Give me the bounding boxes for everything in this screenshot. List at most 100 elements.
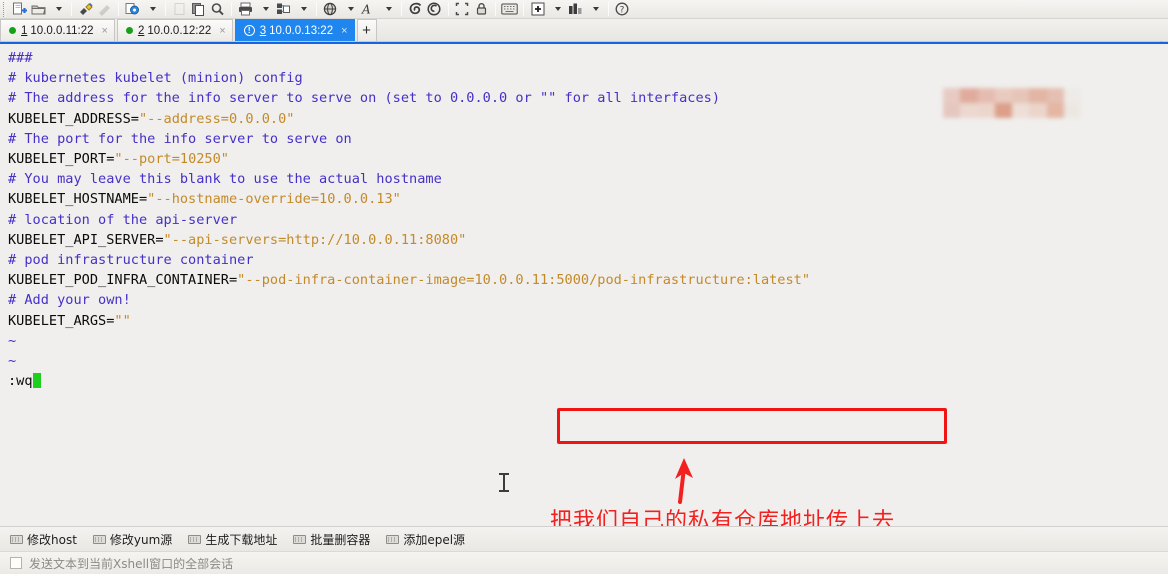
toolbar-separator bbox=[231, 2, 232, 16]
quick-command-modify-yum[interactable]: 修改yum源 bbox=[92, 531, 173, 548]
quick-command-label: 生成下载地址 bbox=[205, 532, 278, 547]
toolbar-separator bbox=[165, 2, 166, 16]
terminal-line: # pod infrastructure container bbox=[8, 252, 254, 269]
status-dot-connected bbox=[9, 27, 16, 34]
new-session-icon[interactable] bbox=[11, 1, 28, 18]
toolbar-separator bbox=[608, 2, 609, 16]
terminal-line: # location of the api-server bbox=[8, 211, 238, 228]
session-tab-3[interactable]: ! 3 10.0.0.13:22 × bbox=[234, 19, 355, 41]
terminal-line: KUBELET_POD_INFRA_CONTAINER="--pod-infra… bbox=[8, 272, 811, 289]
mosaic-block bbox=[977, 103, 995, 118]
mosaic-block bbox=[1029, 88, 1047, 103]
mosaic-block bbox=[943, 103, 961, 118]
copy-icon[interactable] bbox=[190, 1, 207, 18]
terminal-line: # The port for the info server to serve … bbox=[8, 130, 352, 147]
terminal-line: ### bbox=[8, 50, 33, 66]
xagent-icon[interactable] bbox=[426, 1, 443, 18]
keyboard-icon bbox=[386, 534, 400, 544]
open-folder-dropdown-icon[interactable] bbox=[49, 1, 66, 18]
tab-number: 2 bbox=[137, 24, 145, 37]
find-icon[interactable] bbox=[209, 1, 226, 18]
help-icon[interactable]: ? bbox=[614, 1, 631, 18]
terminal-line: KUBELET_HOSTNAME="--hostname-override=10… bbox=[8, 191, 401, 208]
new-tab-button[interactable]: + bbox=[356, 19, 377, 41]
terminal-line: ~ bbox=[8, 353, 17, 370]
mosaic-block bbox=[1046, 88, 1064, 103]
terminal-line: # Add your own! bbox=[8, 292, 131, 309]
toolbar-separator bbox=[523, 2, 524, 16]
tab-close-icon[interactable]: × bbox=[341, 25, 347, 37]
annotation-arrow-icon bbox=[675, 458, 693, 504]
fullscreen-icon[interactable] bbox=[454, 1, 471, 18]
mosaic-block bbox=[994, 103, 1012, 118]
font-icon[interactable]: A bbox=[360, 1, 377, 18]
mosaic-block bbox=[960, 103, 978, 118]
lock-icon[interactable] bbox=[473, 1, 490, 18]
keyboard-icon[interactable] bbox=[501, 1, 518, 18]
terminal-line: # kubernetes kubelet (minion) config bbox=[8, 70, 303, 87]
keyboard-icon bbox=[293, 534, 307, 544]
connect-icon[interactable] bbox=[77, 1, 94, 18]
quick-command-batch-delete-containers[interactable]: 批量删容器 bbox=[293, 531, 370, 548]
keyboard-icon bbox=[92, 534, 106, 544]
keyboard-icon bbox=[188, 534, 202, 544]
tab-title: 10.0.0.13:22 bbox=[269, 24, 334, 37]
globe-dropdown-icon[interactable] bbox=[341, 1, 358, 18]
mosaic-block bbox=[1063, 88, 1081, 103]
session-tab-bar: 1 10.0.0.11:22 × 2 10.0.0.12:22 × ! 3 10… bbox=[0, 19, 1168, 51]
quick-command-label: 修改yum源 bbox=[109, 532, 173, 547]
toolbar-grip[interactable] bbox=[3, 1, 6, 17]
svg-text:?: ? bbox=[620, 6, 625, 16]
mosaic-block bbox=[1012, 88, 1030, 103]
toolbar-separator bbox=[71, 2, 72, 16]
session-tab-1[interactable]: 1 10.0.0.11:22 × bbox=[0, 19, 115, 41]
xftp-icon[interactable] bbox=[407, 1, 424, 18]
tab-title: 10.0.0.11:22 bbox=[30, 24, 94, 37]
tab-number: 3 bbox=[259, 24, 267, 37]
properties-gear-icon[interactable] bbox=[124, 1, 141, 18]
toolbar-separator bbox=[495, 2, 496, 16]
quick-command-add-epel[interactable]: 添加epel源 bbox=[386, 531, 465, 548]
terminal-pane[interactable]: ### # kubernetes kubelet (minion) config #… bbox=[0, 42, 1168, 534]
layout-icon[interactable] bbox=[275, 1, 292, 18]
zoom-in-icon[interactable] bbox=[529, 1, 546, 18]
print-icon[interactable] bbox=[237, 1, 254, 18]
zoom-dropdown-icon[interactable] bbox=[548, 1, 565, 18]
blurred-watermark bbox=[943, 88, 1081, 118]
quick-command-label: 添加epel源 bbox=[403, 532, 466, 547]
mosaic-block bbox=[960, 88, 978, 103]
send-to-all-sessions-label: 发送文本到当前Xshell窗口的全部会话 bbox=[29, 556, 234, 571]
open-folder-icon[interactable] bbox=[30, 1, 47, 18]
layout-dropdown-icon[interactable] bbox=[294, 1, 311, 18]
text-cursor-icon bbox=[499, 473, 509, 492]
alert-circle-icon: ! bbox=[243, 25, 255, 36]
terminal-line: :wq bbox=[8, 371, 1158, 391]
send-to-all-sessions-checkbox[interactable] bbox=[10, 557, 22, 569]
mosaic-block bbox=[943, 88, 961, 103]
print-dropdown-icon[interactable] bbox=[256, 1, 273, 18]
quick-command-modify-host[interactable]: 修改host bbox=[10, 531, 77, 548]
mosaic-block bbox=[1046, 103, 1064, 118]
terminal-line: KUBELET_API_SERVER="--api-servers=http:/… bbox=[8, 231, 467, 248]
mosaic-block bbox=[1029, 103, 1047, 118]
panel-icon[interactable] bbox=[567, 1, 584, 18]
xshell-window: A ? 1 10.0.0.11:22 × 2 10.0.0.12:22 × ! … bbox=[0, 0, 1168, 574]
tab-close-icon[interactable]: × bbox=[102, 25, 108, 37]
session-tab-2[interactable]: 2 10.0.0.12:22 × bbox=[116, 19, 233, 41]
terminal-line: ~ bbox=[8, 332, 17, 349]
quick-command-generate-download-url[interactable]: 生成下载地址 bbox=[188, 531, 277, 548]
tab-close-icon[interactable]: × bbox=[219, 25, 225, 37]
quick-command-label: 批量删容器 bbox=[310, 532, 371, 547]
font-dropdown-icon[interactable] bbox=[379, 1, 396, 18]
mosaic-block bbox=[1012, 103, 1030, 118]
svg-text:A: A bbox=[361, 3, 371, 17]
status-bar: 发送文本到当前Xshell窗口的全部会话 bbox=[0, 551, 1168, 574]
toolbar-separator bbox=[118, 2, 119, 16]
terminal-line: KUBELET_ARGS="" bbox=[8, 312, 131, 329]
toolbar-separator bbox=[448, 2, 449, 16]
panel-dropdown-icon[interactable] bbox=[586, 1, 603, 18]
properties-dropdown-icon[interactable] bbox=[143, 1, 160, 18]
mosaic-block bbox=[994, 88, 1012, 103]
globe-icon[interactable] bbox=[322, 1, 339, 18]
disconnect-icon bbox=[96, 1, 113, 18]
